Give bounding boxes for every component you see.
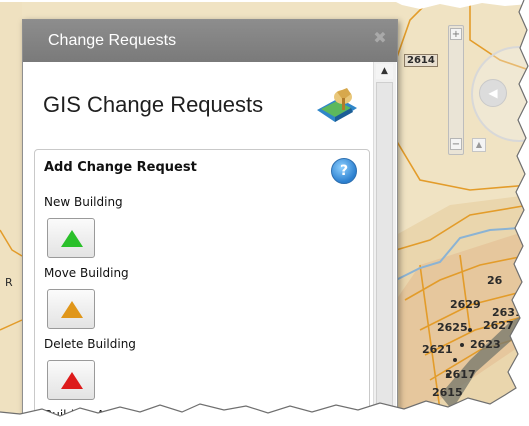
torn-edge-frame <box>0 0 529 426</box>
screenshot-stage: 2614 2629 2631 2625 2627 2621 2623 2617 … <box>0 0 529 426</box>
